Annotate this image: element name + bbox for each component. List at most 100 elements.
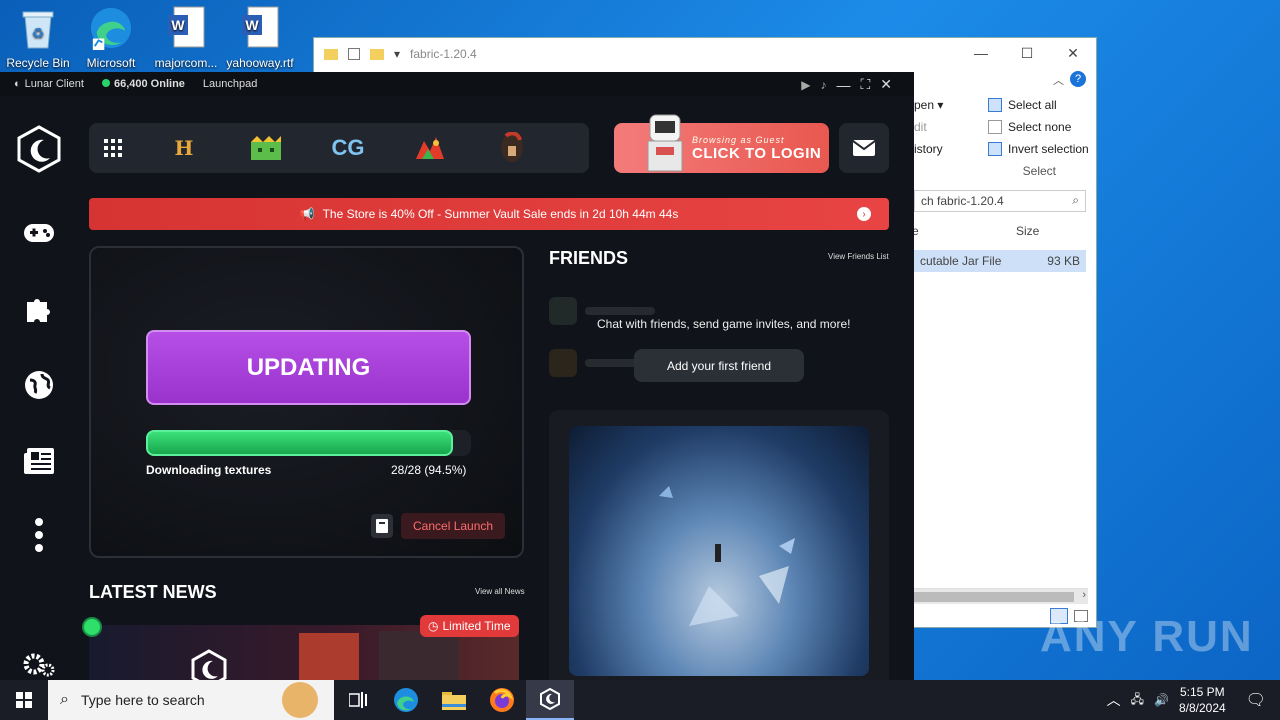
checkbox-icon[interactable] bbox=[348, 48, 360, 60]
youtube-icon[interactable]: ▶ bbox=[801, 78, 810, 92]
network-icon[interactable]: 🖧 bbox=[1131, 690, 1144, 711]
taskbar-clock[interactable]: 5:15 PM 8/8/2024 bbox=[1179, 684, 1226, 716]
launchpad-label: Launchpad bbox=[202, 78, 258, 90]
folder-icon bbox=[442, 692, 466, 710]
column-header-size[interactable]: Size bbox=[1016, 224, 1039, 238]
taskbar-file-explorer[interactable] bbox=[430, 680, 478, 720]
select-all-button[interactable]: Select all bbox=[988, 98, 1098, 112]
file-type: cutable Jar File bbox=[920, 254, 1002, 268]
search-icon: ⌕ bbox=[1072, 193, 1079, 207]
puzzle-icon[interactable] bbox=[22, 292, 56, 326]
search-placeholder: ch fabric-1.20.4 bbox=[921, 194, 1004, 208]
ribbon-select-group: pen ▾ Select all dit Select none istory … bbox=[914, 94, 1098, 182]
promo-panel bbox=[549, 410, 889, 680]
store-sale-banner[interactable]: 📢 The Store is 40% Off - Summer Vault Sa… bbox=[89, 198, 889, 230]
lunar-sidebar bbox=[0, 96, 78, 680]
start-button[interactable] bbox=[0, 680, 48, 720]
app-name-label: Lunar Client bbox=[24, 78, 84, 90]
select-all-label: Select all bbox=[1008, 98, 1057, 112]
globe-icon[interactable] bbox=[22, 368, 56, 402]
task-view-button[interactable] bbox=[334, 680, 382, 720]
folder-icon bbox=[370, 48, 384, 60]
newspaper-icon[interactable] bbox=[22, 444, 56, 478]
promo-video[interactable] bbox=[569, 426, 869, 676]
browsing-as-guest-label: Browsing as Guest bbox=[692, 134, 785, 145]
settings-gear-icon[interactable] bbox=[22, 648, 56, 680]
download-count-label: 28/28 (94.5%) bbox=[391, 463, 467, 477]
download-progress-fill bbox=[146, 430, 454, 456]
dragon-server-icon[interactable] bbox=[409, 131, 451, 165]
messages-button[interactable] bbox=[839, 123, 889, 173]
more-options-icon[interactable] bbox=[22, 518, 56, 552]
latest-news-title: LATEST NEWS bbox=[89, 582, 217, 602]
select-all-icon bbox=[988, 98, 1002, 112]
close-button[interactable]: ✕ bbox=[1050, 38, 1096, 68]
scroll-right-icon[interactable]: › bbox=[1082, 589, 1086, 601]
folder-icon bbox=[324, 48, 338, 60]
notifications-icon[interactable]: 🗨 bbox=[1246, 690, 1266, 710]
desktop-icon-label: yahooway.rtf bbox=[226, 56, 294, 70]
collapse-ribbon-icon[interactable]: ︿ bbox=[1053, 72, 1064, 88]
horizontal-scrollbar[interactable]: › bbox=[914, 588, 1088, 604]
search-icon: ⌕ bbox=[60, 691, 69, 708]
minimize-button[interactable]: — bbox=[958, 38, 1004, 68]
history-button[interactable]: istory bbox=[914, 142, 943, 156]
friends-title: FRIENDS bbox=[549, 248, 629, 268]
select-none-icon bbox=[988, 120, 1002, 134]
desktop-icon-edge[interactable]: Microsoft bbox=[73, 4, 149, 70]
lunar-topbar: ◐ Lunar Client 66,400 Online Launchpad ▶ … bbox=[0, 72, 914, 96]
minimize-button[interactable]: — bbox=[836, 77, 850, 93]
volume-icon[interactable]: 🔊 bbox=[1154, 693, 1169, 707]
view-friends-list-link[interactable]: View Friends List bbox=[828, 252, 889, 261]
clock-time: 5:15 PM bbox=[1179, 685, 1225, 699]
taskbar-search-input[interactable]: ⌕ Type here to search bbox=[48, 680, 334, 720]
clock-date: 8/8/2024 bbox=[1178, 701, 1226, 715]
select-none-button[interactable]: Select none bbox=[988, 120, 1098, 134]
all-games-grid-icon[interactable] bbox=[103, 131, 123, 165]
show-hidden-icons-button[interactable]: ︿ bbox=[1107, 690, 1121, 710]
online-dot-icon bbox=[101, 79, 110, 87]
invert-selection-button[interactable]: Invert selection bbox=[988, 142, 1098, 156]
lunar-home-logo-icon[interactable] bbox=[14, 124, 64, 174]
envelope-icon bbox=[853, 140, 875, 156]
file-row[interactable]: cutable Jar File 93 KB bbox=[914, 250, 1086, 272]
desktop-icon-rtf-doc[interactable]: W yahooway.rtf bbox=[222, 4, 298, 70]
launch-logs-button[interactable] bbox=[371, 514, 393, 538]
open-button[interactable]: pen ▾ bbox=[914, 98, 943, 112]
add-first-friend-button[interactable]: Add your first friend bbox=[634, 349, 804, 382]
spartan-server-icon[interactable] bbox=[491, 131, 533, 165]
tiktok-icon[interactable]: ♪ bbox=[820, 78, 826, 92]
placeholder-avatar bbox=[549, 297, 577, 325]
banner-text: The Store is 40% Off - Summer Vault Sale… bbox=[322, 207, 679, 221]
desktop-icon-recycle-bin[interactable]: ♻ Recycle Bin bbox=[0, 4, 76, 70]
svg-text:W: W bbox=[171, 17, 185, 33]
explorer-search-input[interactable]: ch fabric-1.20.4 ⌕ bbox=[914, 190, 1086, 212]
taskbar-edge[interactable] bbox=[382, 680, 430, 720]
edit-button[interactable]: dit bbox=[914, 120, 927, 134]
updating-button[interactable]: UPDATING bbox=[146, 330, 471, 405]
view-all-news-link[interactable]: View all News bbox=[475, 587, 525, 596]
invert-selection-icon bbox=[988, 142, 1002, 156]
taskbar-lunar-client[interactable] bbox=[526, 680, 574, 720]
fullscreen-button[interactable]: ⛶ bbox=[860, 76, 870, 93]
taskbar-firefox[interactable] bbox=[478, 680, 526, 720]
click-to-login-button[interactable]: Browsing as Guest CLICK TO LOGIN bbox=[614, 114, 829, 173]
news-carousel-indicator[interactable] bbox=[82, 617, 102, 637]
book-icon bbox=[376, 519, 388, 533]
minemen-server-icon[interactable] bbox=[245, 131, 287, 165]
help-icon[interactable]: ? bbox=[1070, 71, 1086, 87]
news-card-logo-icon bbox=[191, 649, 227, 680]
cancel-launch-button[interactable]: Cancel Launch bbox=[401, 513, 506, 539]
online-count-label: 66,400 Online bbox=[113, 78, 185, 90]
quick-access-dropdown[interactable]: ▾ bbox=[394, 47, 400, 61]
scrollbar-thumb[interactable] bbox=[914, 592, 1074, 602]
cubecraft-server-icon[interactable]: CG bbox=[327, 131, 369, 165]
gamepad-icon[interactable] bbox=[22, 216, 56, 250]
svg-text:W: W bbox=[245, 17, 259, 33]
hypixel-server-icon[interactable]: H bbox=[163, 131, 205, 165]
maximize-button[interactable]: ☐ bbox=[1004, 38, 1050, 68]
desktop-icon-word-doc[interactable]: W majorcom... bbox=[148, 4, 224, 70]
banner-arrow-icon[interactable]: › bbox=[857, 207, 871, 221]
close-button[interactable]: ✕ bbox=[880, 76, 892, 93]
download-status-label: Downloading textures bbox=[146, 463, 272, 477]
